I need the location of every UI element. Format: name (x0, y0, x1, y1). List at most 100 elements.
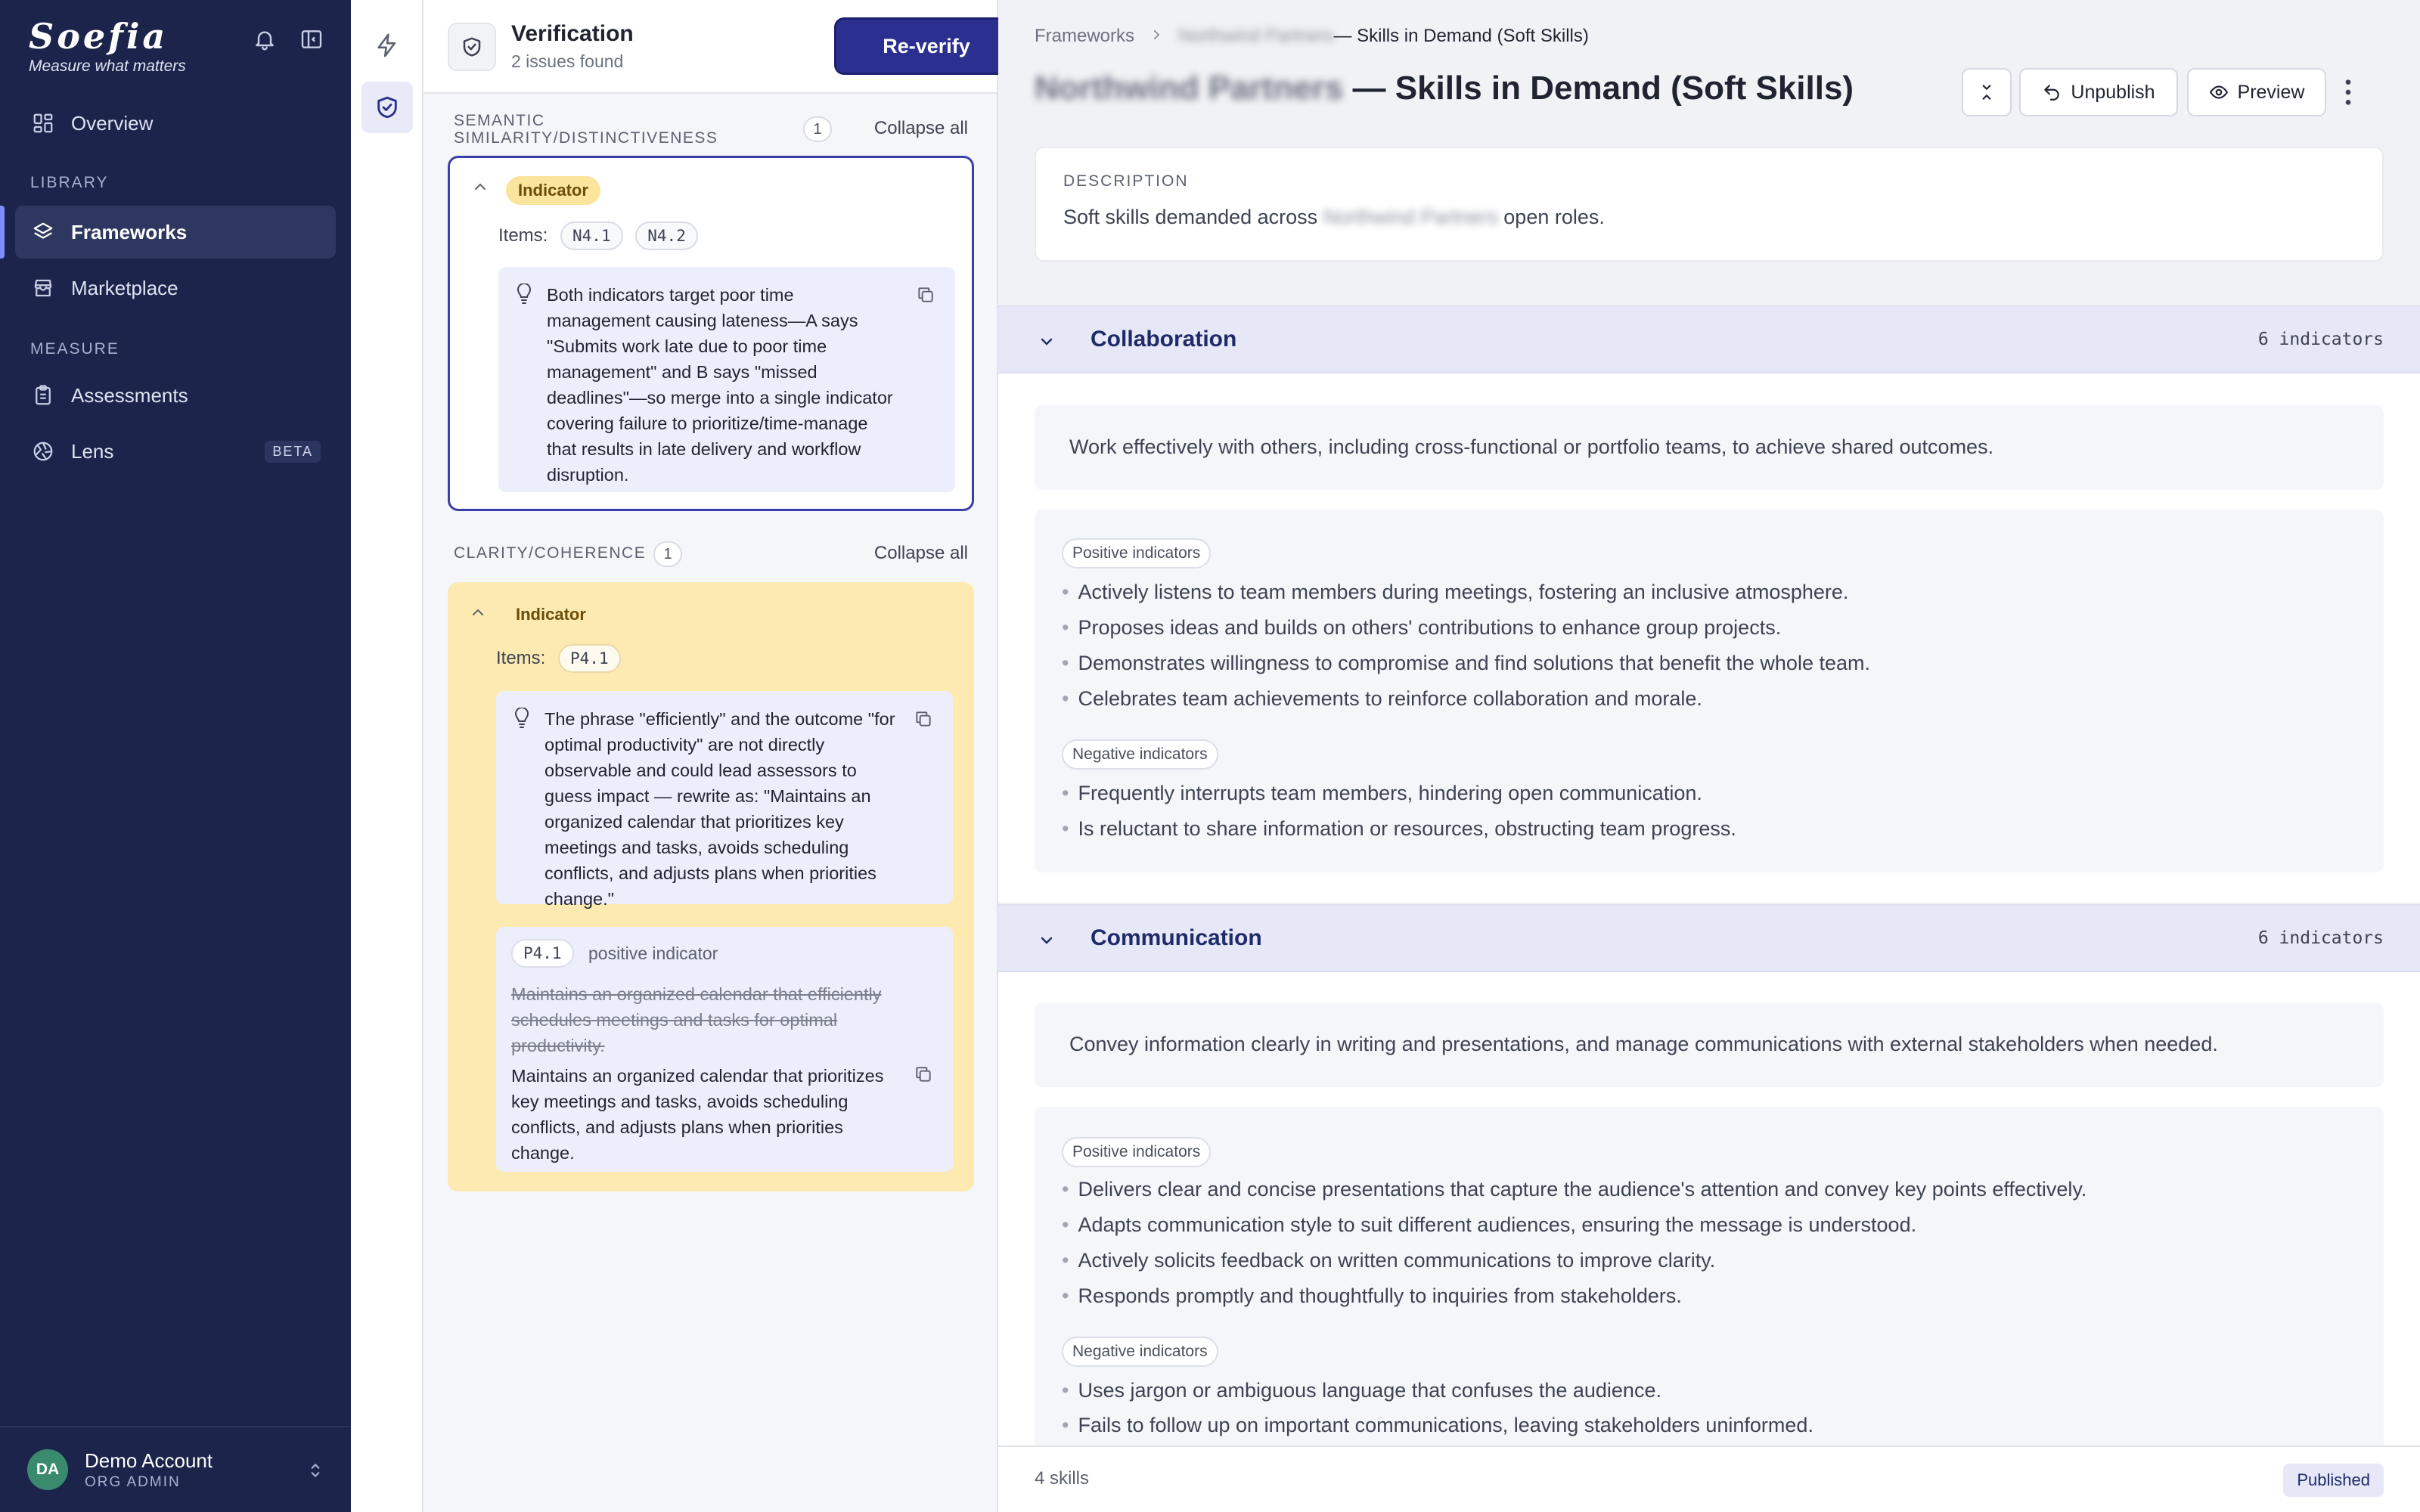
unpublish-label: Unpublish (2071, 81, 2155, 103)
shield-check-icon (377, 96, 397, 119)
indicator-count: 6 indicators (2257, 928, 2384, 948)
nav-frameworks[interactable]: Frameworks (15, 206, 336, 259)
suggestion-text: Both indicators target poor time managem… (547, 285, 893, 485)
copy-icon[interactable] (914, 709, 933, 733)
skill-name: Communication (1091, 925, 1262, 950)
description-card: DESCRIPTION Soft skills demanded across … (1035, 147, 2384, 262)
indicators-card: Positive indicators Delivers clear and c… (1035, 1107, 2384, 1445)
breadcrumb-frameworks[interactable]: Frameworks (1035, 26, 1134, 47)
item-chip: P4.1 (511, 939, 574, 968)
description-pre: Soft skills demanded across (1063, 206, 1323, 228)
verification-subtitle: 2 issues found (511, 51, 624, 71)
rewritten-text: Maintains an organized calendar that pri… (511, 1066, 884, 1163)
list-item: Delivers clear and concise presentations… (1062, 1176, 2086, 1202)
nav-frameworks-label: Frameworks (71, 220, 188, 243)
chevron-down-icon[interactable] (1038, 333, 1056, 355)
active-indicator (0, 206, 5, 259)
skill-name: Collaboration (1091, 327, 1237, 352)
verification-panel: Verification 2 issues found Re-verify SE… (424, 0, 1016, 1512)
more-options-icon[interactable] (2344, 76, 2352, 113)
user-name: Demo Account (85, 1448, 213, 1472)
status-badge: Published (2283, 1464, 2384, 1497)
aperture-icon (33, 442, 53, 461)
store-icon (34, 279, 52, 297)
lightbulb-icon (513, 707, 531, 733)
description-text: Soft skills demanded across Northwind Pa… (1063, 206, 1605, 229)
copy-icon[interactable] (914, 1064, 933, 1088)
chevron-updown-icon[interactable] (306, 1461, 325, 1484)
nav-lens[interactable]: Lens BETA (15, 425, 336, 478)
indicator-tag: Indicator (506, 176, 600, 205)
items-label: Items: (498, 225, 548, 246)
rail-actions-button[interactable] (361, 20, 413, 71)
section-header-similarity: SEMANTIC SIMILARITY/DISTINCTIVENESS 1 Co… (454, 112, 968, 147)
positive-indicators-label: Positive indicators (1062, 1137, 1212, 1167)
indicator-kind: positive indicator (588, 943, 718, 963)
breadcrumb: Frameworks Northwind Partners — Skills i… (1035, 26, 1589, 47)
chevron-right-icon (1150, 26, 1163, 47)
issue-count-badge: 1 (803, 116, 832, 142)
page-title: Northwind Partners — Skills in Demand (S… (1035, 70, 1854, 107)
section-title: CLARITY/COHERENCE (454, 544, 647, 562)
nav-lens-label: Lens (71, 439, 114, 463)
chevron-down-icon[interactable] (1038, 931, 1056, 953)
list-item: Proposes ideas and builds on others' con… (1062, 615, 1781, 640)
layers-icon (33, 222, 53, 239)
item-chip: N4.2 (635, 222, 698, 250)
logo-wordmark: Soefia (29, 16, 169, 57)
unpublish-button[interactable]: Unpublish (2019, 68, 2178, 116)
skill-description-text: Convey information clearly in writing an… (1069, 1033, 2218, 1055)
items-row: Items: N4.1 N4.2 (498, 222, 698, 250)
chevron-up-icon[interactable] (471, 178, 489, 200)
collapse-all-skills-button[interactable] (1962, 68, 2012, 116)
nav-overview-label: Overview (71, 111, 154, 135)
item-chip: N4.1 (560, 222, 623, 250)
logo[interactable]: Soefia Measure what matters (29, 17, 186, 76)
preview-button[interactable]: Preview (2187, 68, 2326, 116)
rewrite-diff-box: P4.1 positive indicator Maintains an org… (496, 927, 953, 1172)
collapse-all-button[interactable]: Collapse all (874, 543, 968, 564)
nav-marketplace-label: Marketplace (71, 276, 178, 299)
issue-card-clarity[interactable]: Indicator Items: P4.1 The phrase "effici… (448, 582, 974, 1191)
breadcrumb-org-redacted: Northwind Partners (1178, 26, 1334, 46)
list-item: Demonstrates willingness to compromise a… (1062, 650, 1870, 676)
description-label: DESCRIPTION (1063, 172, 1189, 190)
issue-card-similarity[interactable]: Indicator Items: N4.1 N4.2 Both indicato… (448, 156, 974, 511)
page-title-text: — Skills in Demand (Soft Skills) (1343, 70, 1854, 107)
collapse-all-button[interactable]: Collapse all (874, 118, 968, 139)
nav-overview[interactable]: Overview (15, 97, 336, 150)
breadcrumb-current: — Skills in Demand (Soft Skills) (1333, 26, 1589, 46)
skill-description: Work effectively with others, including … (1035, 405, 2384, 490)
suggestion-box: The phrase "efficiently" and the outcome… (496, 691, 953, 909)
item-chip: P4.1 (558, 644, 621, 673)
nav-assessments[interactable]: Assessments (15, 369, 336, 422)
rail-verification-button[interactable] (361, 82, 413, 133)
shield-check-icon (448, 23, 496, 71)
lightbulb-icon (515, 283, 533, 308)
reverify-button[interactable]: Re-verify (836, 20, 1016, 73)
issue-count-badge: 1 (653, 541, 682, 567)
negative-indicators-label: Negative indicators (1062, 739, 1218, 770)
undo-icon (2044, 85, 2060, 101)
sidebar: Soefia Measure what matters Overview LIB… (0, 0, 351, 1512)
skill-header-collaboration[interactable]: Collaboration 6 indicators (998, 305, 2420, 373)
logo-tagline: Measure what matters (29, 57, 186, 75)
skill-header-communication[interactable]: Communication 6 indicators (998, 904, 2420, 972)
suggestion-box: Both indicators target poor time managem… (498, 267, 955, 492)
original-text: Maintains an organized calendar that eff… (511, 984, 882, 1055)
list-item: Is reluctant to share information or res… (1062, 816, 1736, 841)
tool-rail (351, 0, 424, 1512)
nav-marketplace[interactable]: Marketplace (15, 262, 336, 314)
indicator-count: 6 indicators (2257, 330, 2384, 349)
skill-description: Convey information clearly in writing an… (1035, 1002, 2384, 1087)
list-item: Actively solicits feedback on written co… (1062, 1247, 1715, 1273)
suggestion-text: The phrase "efficiently" and the outcome… (544, 709, 895, 909)
user-role: ORG ADMIN (85, 1473, 181, 1490)
user-menu[interactable]: DA Demo Account ORG ADMIN (0, 1426, 351, 1512)
copy-icon[interactable] (916, 285, 935, 308)
bell-icon[interactable] (253, 27, 277, 55)
chevron-up-icon[interactable] (469, 603, 487, 625)
verification-title: Verification (511, 21, 634, 46)
description-org-redacted: Northwind Partners (1323, 206, 1498, 228)
collapse-sidebar-icon[interactable] (299, 27, 324, 55)
